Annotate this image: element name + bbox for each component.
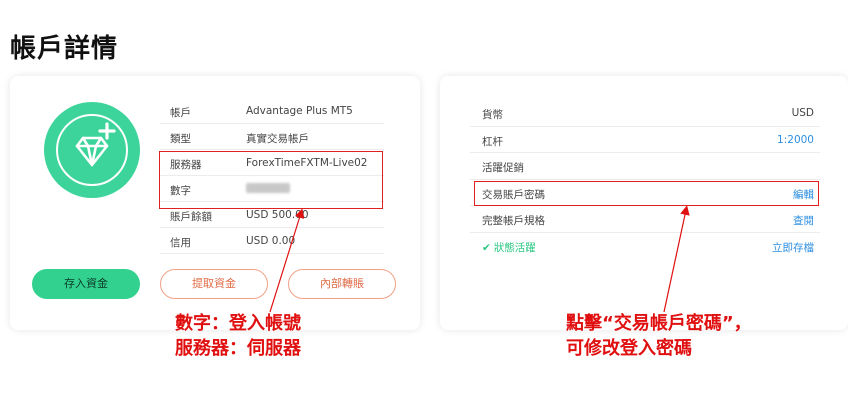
annotation-right: 點擊“交易帳戶密碼”， 可修改登入密碼 [566,311,752,361]
right-arrow [663,205,690,313]
annotation-line: 點擊“交易帳戶密碼”， [566,313,752,334]
annotation-line: 可修改登入密碼 [566,338,692,359]
annotation-left: 數字：登入帳號 服務器：伺服器 [175,311,301,361]
annotation-line: 數字：登入帳號 [175,313,301,334]
left-arrow [269,208,305,313]
annotation-line: 服務器：伺服器 [175,338,301,359]
